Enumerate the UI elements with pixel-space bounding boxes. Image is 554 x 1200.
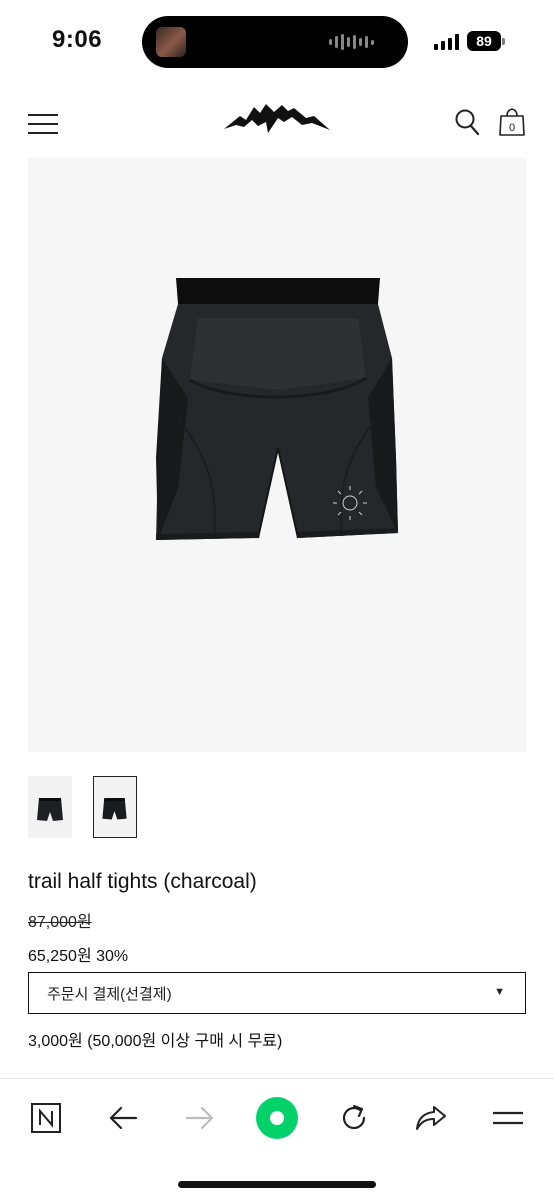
original-price: 87,000원 xyxy=(28,914,92,931)
green-circle-icon[interactable] xyxy=(254,1095,300,1141)
site-header: 0 xyxy=(0,84,554,158)
share-icon[interactable] xyxy=(408,1095,454,1141)
status-bar: 9:06 89 xyxy=(0,0,554,84)
audio-waveform-icon xyxy=(329,33,374,51)
sale-price: 65,250원 xyxy=(28,948,92,965)
product-title: trail half tights (charcoal) xyxy=(28,870,257,893)
now-playing-artwork[interactable] xyxy=(156,27,186,57)
shopping-bag-icon[interactable]: 0 xyxy=(498,105,526,137)
sale-price-row: 65,250원 30% xyxy=(28,942,128,966)
mountain-logo[interactable] xyxy=(222,96,332,136)
search-icon[interactable] xyxy=(454,108,480,136)
menu-icon[interactable] xyxy=(485,1095,531,1141)
battery-icon: 89 xyxy=(467,31,505,51)
refresh-icon[interactable] xyxy=(331,1095,377,1141)
status-time: 9:06 xyxy=(52,26,103,53)
payment-option-select[interactable]: 주문시 결제(선결제) ▼ xyxy=(28,972,526,1014)
dynamic-island[interactable] xyxy=(142,16,408,68)
shipping-fee-note: 3,000원 (50,000원 이상 구매 시 무료) xyxy=(28,1033,283,1050)
cart-count: 0 xyxy=(509,122,515,134)
payment-option-value: 주문시 결제(선결제) xyxy=(47,985,172,1003)
battery-level: 89 xyxy=(467,31,501,51)
arrow-right-icon[interactable] xyxy=(177,1095,223,1141)
product-main-image[interactable] xyxy=(28,158,526,752)
naver-n-icon[interactable] xyxy=(23,1095,69,1141)
shorts-image xyxy=(156,278,398,540)
home-indicator[interactable] xyxy=(178,1181,376,1188)
dropdown-caret-icon: ▼ xyxy=(494,986,505,998)
product-thumbnail-back[interactable] xyxy=(93,776,137,838)
arrow-left-icon[interactable] xyxy=(100,1095,146,1141)
cellular-signal-icon xyxy=(434,34,459,50)
product-thumbnail-front[interactable] xyxy=(28,776,72,838)
discount-rate: 30% xyxy=(96,948,129,965)
hamburger-icon[interactable] xyxy=(28,114,58,134)
